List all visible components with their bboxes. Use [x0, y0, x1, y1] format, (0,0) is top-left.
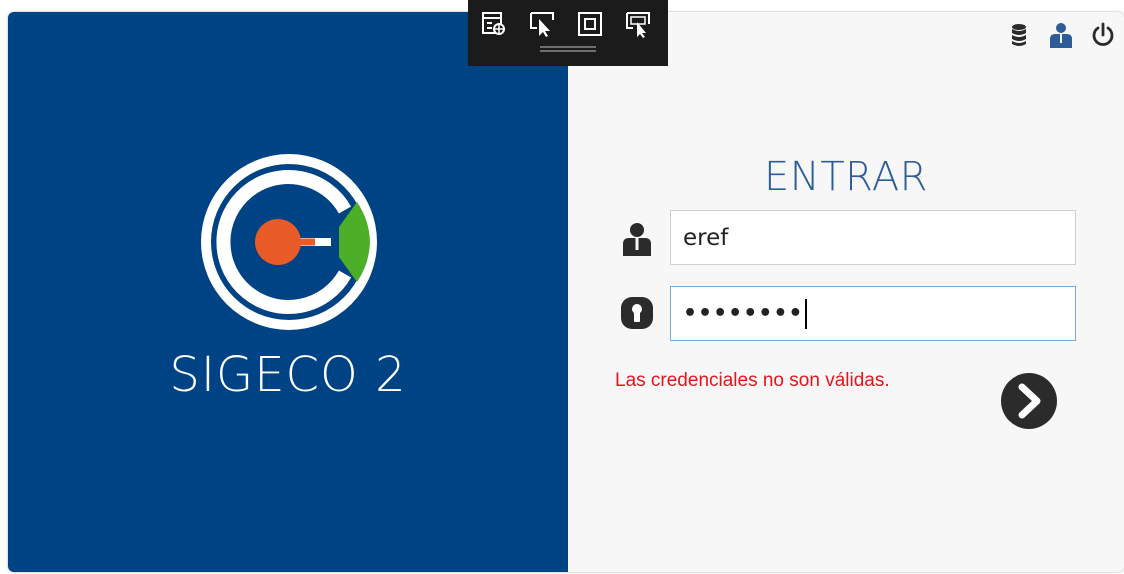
keyhole-icon [621, 297, 653, 329]
text-caret [804, 298, 807, 329]
app-name: SIGECO 2 [169, 347, 407, 403]
login-panel: ENTRAR eref •••••••• Las credenciales no… [568, 12, 1124, 572]
track-focused-element-icon[interactable] [624, 10, 652, 38]
toolbar-grip[interactable] [540, 46, 596, 52]
top-right-toolbar [1006, 22, 1116, 48]
power-icon[interactable] [1090, 22, 1116, 48]
password-value: •••••••• [683, 301, 804, 326]
user-account-icon[interactable] [1048, 22, 1074, 48]
username-value: eref [683, 224, 729, 251]
display-layout-adorners-icon[interactable] [576, 10, 604, 38]
live-visual-tree-icon[interactable] [480, 10, 508, 38]
password-input[interactable]: •••••••• [670, 286, 1076, 341]
error-message: Las credenciales no son válidas. [615, 370, 890, 391]
username-input[interactable]: eref [670, 210, 1076, 265]
user-icon [623, 223, 651, 256]
submit-button[interactable] [1000, 372, 1058, 430]
sigeco-logo [201, 154, 377, 330]
database-icon[interactable] [1006, 22, 1032, 48]
brand-panel: SIGECO 2 [8, 12, 568, 572]
debug-toolbar [468, 0, 668, 66]
select-element-icon[interactable] [528, 10, 556, 38]
app-window: SIGECO 2 ENTRAR eref •••••••• Las creden… [8, 12, 1124, 572]
login-title: ENTRAR [764, 154, 928, 200]
